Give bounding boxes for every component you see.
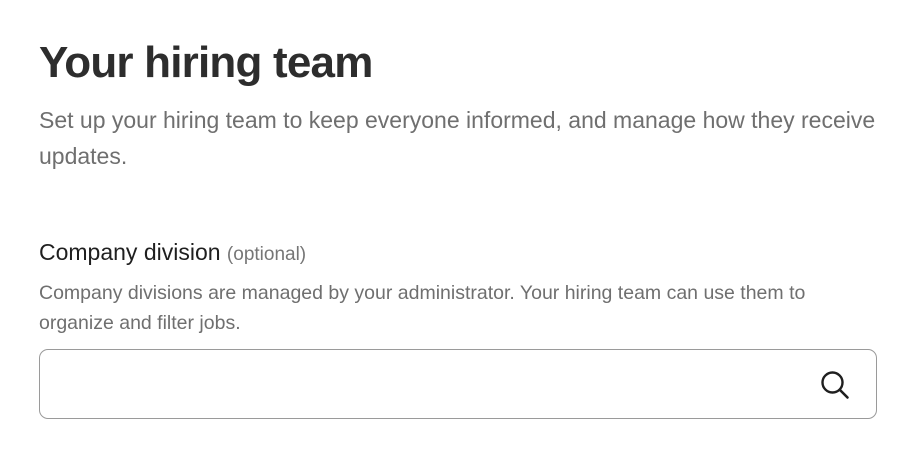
company-division-search-input[interactable]	[58, 360, 802, 410]
page-subtitle: Set up your hiring team to keep everyone…	[39, 107, 876, 169]
company-division-search-field[interactable]	[39, 349, 877, 419]
page-title: Your hiring team	[39, 38, 373, 87]
hiring-team-page: Your hiring team Set up your hiring team…	[0, 0, 920, 454]
optional-tag: (optional)	[226, 244, 307, 265]
company-division-label-text: Company division	[39, 239, 221, 265]
company-division-help-text: Company divisions are managed by your ad…	[39, 282, 806, 334]
search-icon[interactable]	[820, 370, 850, 400]
company-division-label: Company division (optional)	[39, 236, 306, 271]
